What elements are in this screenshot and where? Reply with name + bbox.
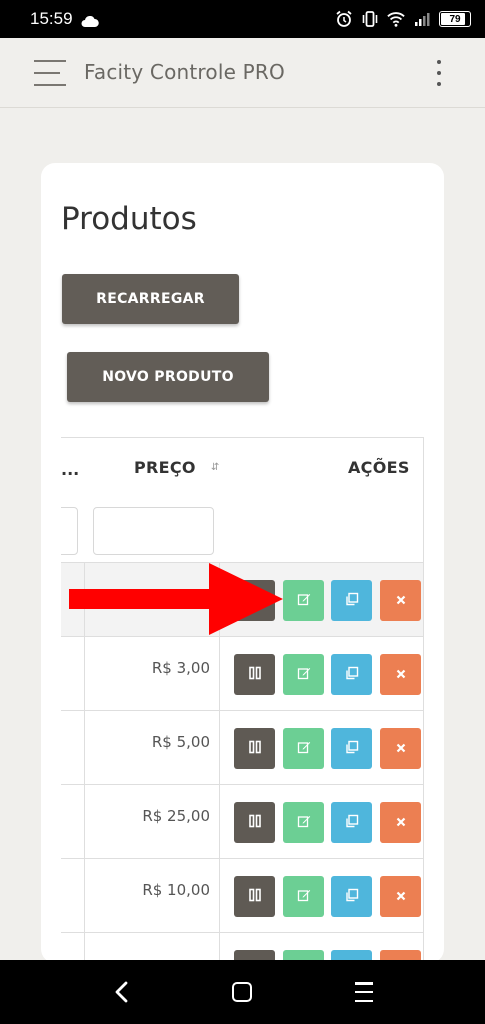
reload-button[interactable]: RECARREGAR: [62, 274, 239, 324]
edit-button[interactable]: [283, 802, 324, 843]
pause-icon: [248, 665, 262, 684]
copy-button[interactable]: [331, 876, 372, 917]
delete-button[interactable]: [380, 580, 421, 621]
delete-icon: [395, 739, 407, 758]
table-row: R$ 10,00: [61, 858, 423, 932]
table-row: R$ 25,00: [61, 784, 423, 858]
edit-icon: [297, 813, 311, 832]
pause-icon: [248, 887, 262, 906]
delete-icon: [395, 813, 407, 832]
vibrate-icon: [361, 10, 379, 28]
system-nav-bar: [0, 960, 485, 1024]
table-row: R$ 3,00: [61, 636, 423, 710]
row-price: R$ 10,00: [142, 881, 210, 899]
edit-icon: [297, 739, 311, 758]
home-icon[interactable]: [232, 982, 252, 1002]
sort-icon[interactable]: ⇵: [211, 462, 219, 473]
copy-icon: [345, 813, 359, 832]
battery-level: 79: [449, 13, 461, 25]
edit-button[interactable]: [283, 728, 324, 769]
app-bar: Facity Controle PRO: [0, 38, 485, 108]
pause-button[interactable]: [234, 654, 275, 695]
row-price: R$ 25,00: [142, 807, 210, 825]
filter-input-left[interactable]: [61, 507, 78, 555]
page-title: Produtos: [61, 201, 197, 237]
column-header-price[interactable]: PREÇO: [134, 458, 196, 477]
delete-icon: [395, 887, 407, 906]
row-price: R$ 5,00: [151, 733, 210, 751]
copy-button[interactable]: [331, 654, 372, 695]
status-bar: 15:59 79: [0, 0, 485, 38]
recent-apps-icon[interactable]: [355, 982, 373, 1002]
edit-icon: [297, 665, 311, 684]
kebab-menu-icon[interactable]: [434, 60, 444, 86]
delete-button[interactable]: [380, 654, 421, 695]
pause-button[interactable]: [234, 876, 275, 917]
delete-button[interactable]: [380, 876, 421, 917]
pause-icon: [248, 813, 262, 832]
price-filter-input[interactable]: [93, 507, 214, 555]
wifi-icon: [387, 10, 405, 28]
red-arrow-icon: [69, 563, 283, 635]
copy-icon: [345, 591, 359, 610]
delete-icon: [395, 665, 407, 684]
app-title: Facity Controle PRO: [84, 60, 285, 84]
copy-icon: [345, 665, 359, 684]
edit-button[interactable]: [283, 654, 324, 695]
row-price: R$ 3,00: [151, 659, 210, 677]
status-time: 15:59: [30, 9, 73, 28]
copy-button[interactable]: [331, 580, 372, 621]
alarm-icon: [335, 10, 353, 28]
battery-icon: 79: [439, 11, 471, 27]
edit-button[interactable]: [283, 580, 324, 621]
delete-icon: [395, 591, 407, 610]
copy-icon: [345, 887, 359, 906]
hamburger-icon[interactable]: [34, 60, 66, 86]
pause-button[interactable]: [234, 728, 275, 769]
cloud-icon: [81, 13, 99, 27]
products-table: ... PREÇO ⇵ AÇÕES R$ 3,00 R$ 5,00 R$ 25,00…: [61, 437, 424, 963]
pause-button[interactable]: [234, 802, 275, 843]
column-header-truncated[interactable]: ...: [61, 460, 79, 479]
signal-icon: [413, 10, 431, 28]
copy-icon: [345, 739, 359, 758]
edit-icon: [297, 887, 311, 906]
back-icon[interactable]: [112, 980, 132, 1004]
table-row: [61, 932, 423, 963]
edit-icon: [297, 591, 311, 610]
table-row: R$ 5,00: [61, 710, 423, 784]
pause-icon: [248, 739, 262, 758]
copy-button[interactable]: [331, 728, 372, 769]
edit-button[interactable]: [283, 876, 324, 917]
delete-button[interactable]: [380, 802, 421, 843]
column-header-actions: AÇÕES: [348, 458, 410, 477]
delete-button[interactable]: [380, 728, 421, 769]
new-product-button[interactable]: NOVO PRODUTO: [67, 352, 269, 402]
copy-button[interactable]: [331, 802, 372, 843]
